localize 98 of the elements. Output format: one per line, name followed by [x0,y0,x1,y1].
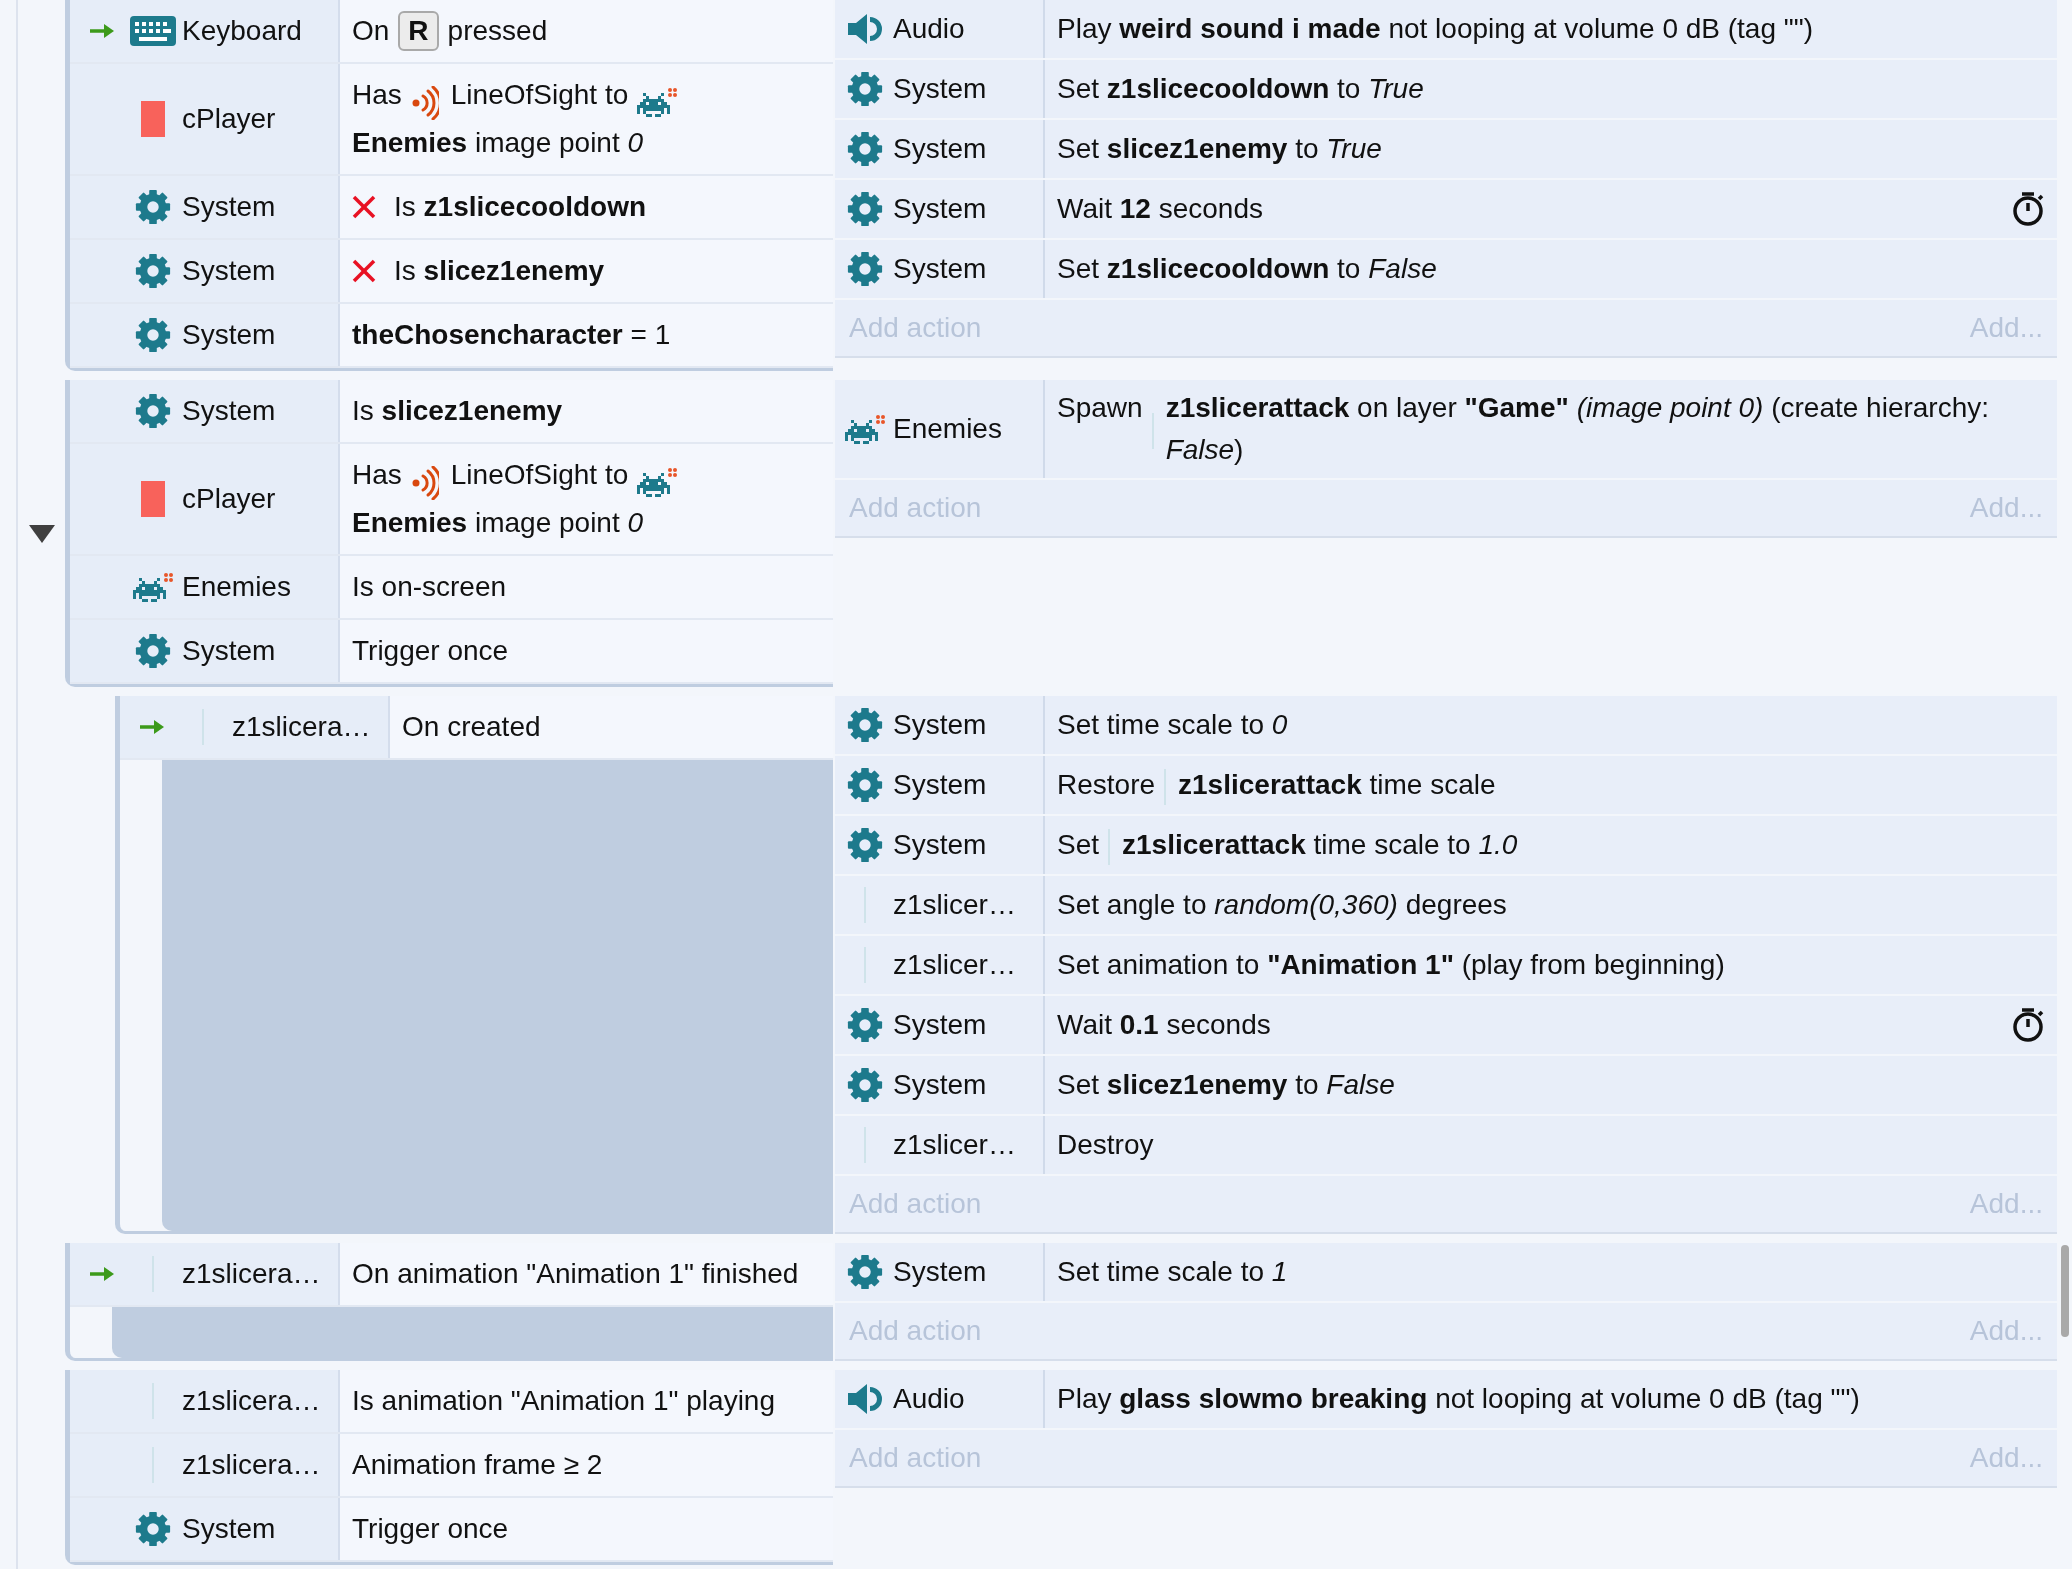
gear-icon [134,632,172,670]
action-text: Set time scale to 0 [1057,708,1289,742]
invader-icon [637,87,678,119]
object-name: Audio [893,12,965,46]
key-cap: R [398,11,439,51]
action-text: Wait 12 seconds [1057,192,1264,226]
action-text: Play glass slowmo breaking not looping at volume 0 dB (tag "") [1057,1382,1861,1416]
gear-icon [846,766,884,804]
sprite-thumbnail-icon [141,481,165,517]
object-name: Enemies [182,570,291,604]
object-name: System [893,768,987,802]
invader-icon [133,571,173,603]
action-text: Spawn [1057,391,1143,425]
gear-icon [846,130,884,168]
condition-text: On animation "Animation 1" finished [352,1257,799,1291]
object-name: Enemies [893,412,1002,446]
condition-text: On created [402,710,541,744]
action-text: z1slicerattack on layer "Game" (image point 0) (create hierarchy: False) [1165,391,1991,467]
object-name: z1slicera… [182,1448,321,1482]
object-name: cPlayer [182,482,276,516]
condition-text: Is z1slicecooldown [394,190,647,224]
gear-icon [846,706,884,744]
action-text: Set animation to "Animation 1" (play from beginning) [1057,948,1726,982]
gear-icon [134,1510,172,1548]
gear-icon [846,1253,884,1291]
gear-icon [846,1006,884,1044]
action-text: Set slicez1enemy to False [1057,1068,1396,1102]
object-name: z1slicera… [182,1384,321,1418]
invader-icon [845,413,885,445]
action-text: Play weird sound i made not looping at volume 0 dB (tag "") [1057,12,1814,46]
action-text: Destroy [1057,1128,1155,1162]
object-name: System [182,254,276,288]
object-name: System [893,1255,987,1289]
condition-text: Is on-screen [352,570,507,604]
scrollbar-thumb[interactable] [2061,1245,2069,1337]
condition-text: Trigger once [352,1512,509,1546]
gear-icon [846,1066,884,1104]
object-name: System [893,132,987,166]
gear-icon [134,188,172,226]
speaker-icon [846,11,884,47]
object-name: Keyboard [182,14,302,48]
condition-text: theChosencharacter = 1 [352,318,671,352]
action-text: z1slicerattack time scale [1178,768,1497,802]
action-text: Set z1slicecooldown to True [1057,72,1425,106]
object-name: System [182,1512,276,1546]
action-text: Set slicez1enemy to True [1057,132,1383,166]
object-name: System [182,190,276,224]
object-name: System [182,394,276,428]
action-text: Set time scale to 1 [1057,1255,1289,1289]
condition-text: LineOfSight to [450,458,629,492]
signal-waves-icon [410,465,439,500]
object-name: System [182,634,276,668]
object-name: System [893,192,987,226]
condition-text: Has [352,458,402,492]
condition-text: LineOfSight to [450,78,629,112]
condition-text: Is slicez1enemy [352,394,563,428]
object-name: System [893,72,987,106]
condition-text: Is slicez1enemy [394,254,605,288]
action-text: Wait 0.1 seconds [1057,1008,1272,1042]
object-name: System [182,318,276,352]
keyboard-icon [130,16,176,46]
gear-icon [134,392,172,430]
gear-icon [134,316,172,354]
object-name: cPlayer [182,102,276,136]
object-name: System [893,252,987,286]
condition-text: Has [352,78,402,112]
action-text: z1slicerattack time scale to 1.0 [1122,828,1519,862]
gear-icon [846,250,884,288]
object-name: z1slicer… [893,948,1016,982]
condition-text: pressed [447,14,548,48]
action-text: Set z1slicecooldown to False [1057,252,1438,286]
condition-text: Animation frame ≥ 2 [352,1448,603,1482]
object-name: System [893,828,987,862]
gear-icon [134,252,172,290]
gear-icon [846,190,884,228]
signal-waves-icon [410,85,439,120]
condition-text: On [352,14,390,48]
collapse-triangle-icon[interactable] [28,524,55,543]
condition-text: Is animation "Animation 1" playing [352,1384,775,1418]
condition-text: Enemies image point 0 [352,126,644,160]
object-name: z1slicer… [893,1128,1016,1162]
object-name: z1slicer… [893,888,1016,922]
speaker-icon [846,1381,884,1417]
condition-text: Enemies image point 0 [352,506,644,540]
object-name: System [893,1008,987,1042]
object-name: System [893,708,987,742]
action-text: Restore [1057,768,1156,802]
object-name: z1slicera… [232,710,371,744]
invader-icon [637,467,678,499]
action-text: Set [1057,828,1100,862]
gear-icon [846,70,884,108]
action-text: Set angle to random(0,360) degrees [1057,888,1508,922]
object-name: z1slicera… [182,1257,321,1291]
object-name: Audio [893,1382,965,1416]
object-name: System [893,1068,987,1102]
sprite-thumbnail-icon [141,101,165,137]
condition-text: Trigger once [352,634,509,668]
gear-icon [846,826,884,864]
